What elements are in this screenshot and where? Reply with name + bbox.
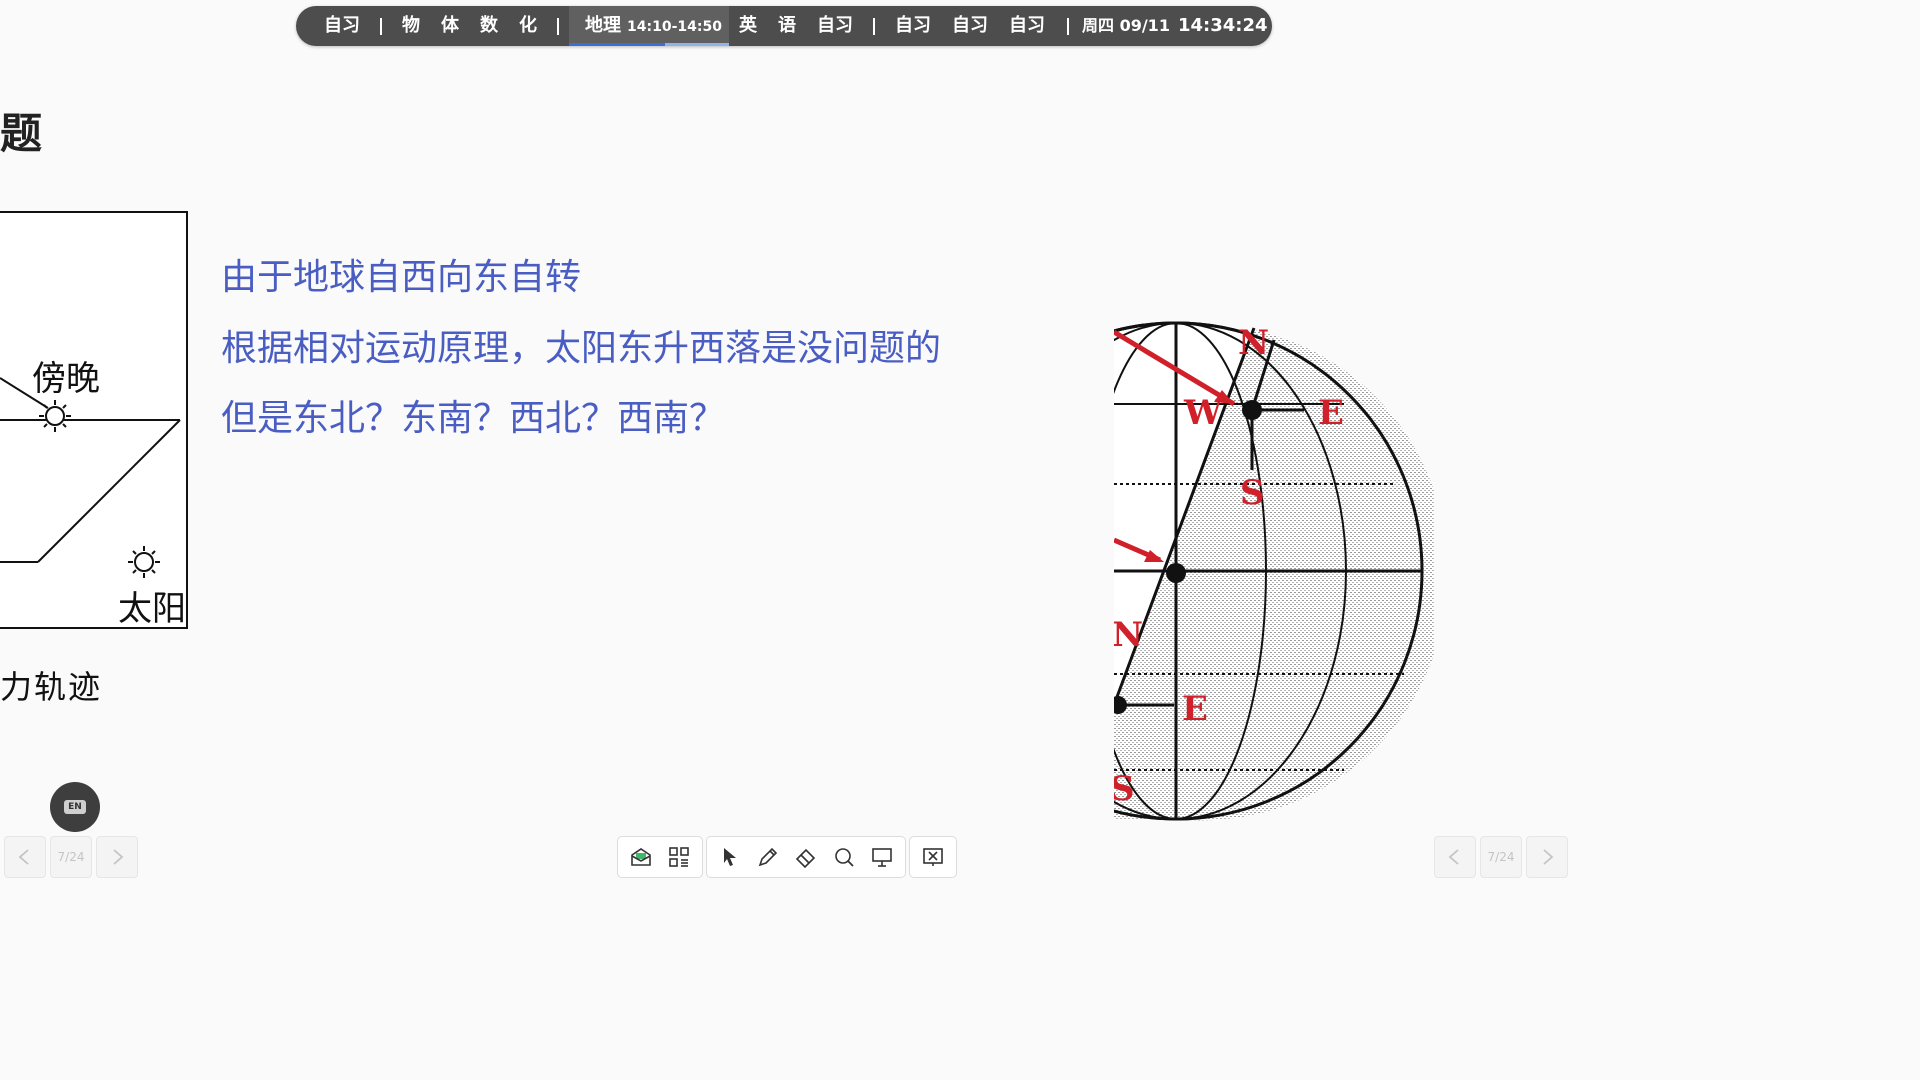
schedule-bar: 自习 物 体 数 化 地理 14:10-14:50 英 语 自习 自习 自习 自… [296, 6, 1272, 46]
sun-path-diagram: 傍晚 太阳 [0, 211, 188, 629]
pen-icon [758, 847, 778, 867]
close-presentation-icon [923, 848, 943, 866]
apps-grid-button[interactable] [660, 838, 698, 876]
schedule-item[interactable]: 化 [519, 6, 537, 46]
zoom-tool-button[interactable] [825, 838, 863, 876]
current-class-time: 14:10-14:50 [627, 19, 722, 35]
next-page-button[interactable] [96, 836, 138, 878]
chevron-left-icon [18, 849, 29, 865]
toolbox-icon [631, 848, 651, 866]
cursor-arrow-icon [724, 848, 736, 866]
page-indicator: 7/24 [50, 836, 92, 878]
slide-page: 自习 物 体 数 化 地理 14:10-14:50 英 语 自习 自习 自习 自… [0, 0, 1568, 882]
toolbar-group-apps [617, 836, 703, 878]
schedule-item[interactable]: 语 [778, 6, 796, 46]
schedule-item[interactable]: 自习 [895, 6, 931, 46]
pen-tool-button[interactable] [749, 838, 787, 876]
schedule-divider [1067, 18, 1069, 35]
board-icon [872, 848, 892, 867]
slide-text-line: 但是东北？东南？西北？西南？ [221, 398, 726, 439]
prev-page-button[interactable] [1434, 836, 1476, 878]
prev-page-button[interactable] [4, 836, 46, 878]
globe-label-s: S [1240, 473, 1265, 513]
whiteboard-button[interactable] [863, 838, 901, 876]
schedule-clock: 14:34:24 [1178, 15, 1268, 36]
chevron-right-icon [113, 849, 124, 865]
pager-right: 7/24 [1434, 836, 1568, 878]
slide-title-fragment: 题 [0, 109, 43, 158]
slide-text-line: 根据相对运动原理，太阳东升西落是没问题的 [221, 328, 942, 369]
diagram-label-sun: 太阳 [118, 589, 186, 629]
globe-label-s: S [1114, 769, 1135, 809]
schedule-item[interactable]: 物 [402, 6, 420, 46]
schedule-divider [380, 18, 382, 35]
eraser-icon [795, 848, 816, 869]
slide-text-line: 由于地球自西向东自转 [221, 257, 582, 298]
globe-label-n: N [1238, 323, 1269, 363]
toolbox-button[interactable] [622, 838, 660, 876]
grid-icon [669, 847, 689, 867]
end-slideshow-button[interactable] [914, 838, 952, 876]
select-tool-button[interactable] [711, 838, 749, 876]
pager-left: 7/24 [4, 836, 138, 878]
schedule-item[interactable]: 自习 [1009, 6, 1045, 46]
language-button[interactable]: EN [50, 782, 100, 832]
schedule-item[interactable]: 数 [480, 6, 498, 46]
schedule-divider [557, 18, 559, 35]
chevron-left-icon [1448, 849, 1459, 865]
schedule-divider [873, 18, 875, 35]
toolbar-group-exit [909, 836, 957, 878]
schedule-item[interactable]: 英 [739, 6, 757, 46]
schedule-date: 周四 09/11 [1082, 16, 1170, 35]
eraser-tool-button[interactable] [787, 838, 825, 876]
globe-label-n: N [1114, 615, 1143, 655]
toolbar-group-tools [706, 836, 906, 878]
schedule-item[interactable]: 自习 [817, 6, 853, 46]
class-progress-bar [569, 43, 729, 46]
search-icon [835, 848, 854, 867]
diagram-label-evening: 傍晚 [32, 359, 100, 399]
annotation-toolbar [617, 836, 957, 878]
globe-label-e: E [1182, 689, 1208, 729]
slide-caption-fragment: 力轨迹 [0, 668, 103, 706]
globe-label-w: W [1183, 393, 1223, 433]
schedule-item[interactable]: 自习 [324, 6, 360, 46]
schedule-item[interactable]: 自习 [952, 6, 988, 46]
globe-diagram: N W E S N E S [1114, 321, 1434, 821]
page-indicator: 7/24 [1480, 836, 1522, 878]
schedule-item[interactable]: 体 [441, 6, 459, 46]
next-page-button[interactable] [1526, 836, 1568, 878]
chevron-right-icon [1543, 849, 1554, 865]
current-class-label: 地理 [585, 15, 621, 36]
language-label: EN [64, 800, 86, 814]
schedule-current-class[interactable]: 地理 14:10-14:50 [569, 6, 729, 46]
class-progress-fill [569, 43, 665, 46]
globe-label-e: E [1318, 393, 1344, 433]
